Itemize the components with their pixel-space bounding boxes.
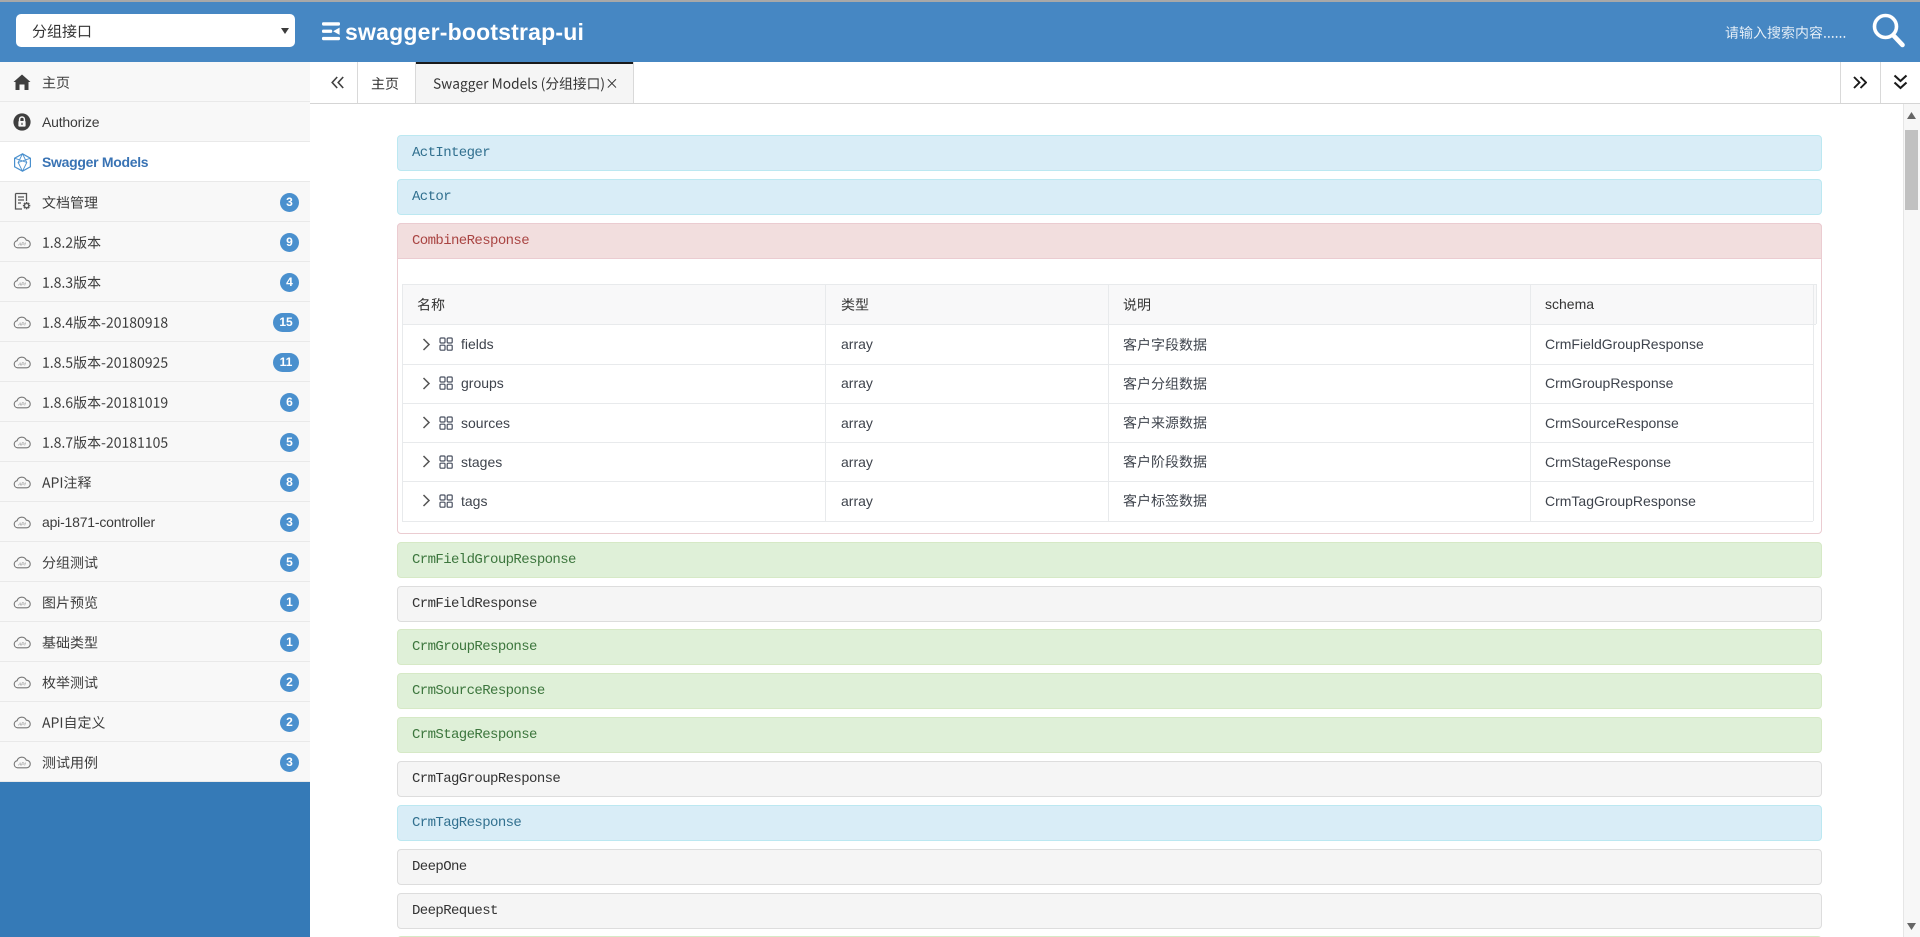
svg-text:API: API [17,401,26,406]
svg-text:API: API [17,721,26,726]
svg-text:API: API [17,361,26,366]
svg-text:API: API [17,521,26,526]
svg-text:API: API [17,481,26,486]
svg-text:API: API [17,321,26,326]
svg-text:API: API [17,681,26,686]
svg-text:API: API [17,281,26,286]
svg-text:API: API [17,641,26,646]
svg-text:API: API [17,561,26,566]
svg-text:API: API [17,441,26,446]
svg-text:API: API [17,761,26,766]
svg-text:API: API [17,241,26,246]
svg-text:API: API [17,601,26,606]
